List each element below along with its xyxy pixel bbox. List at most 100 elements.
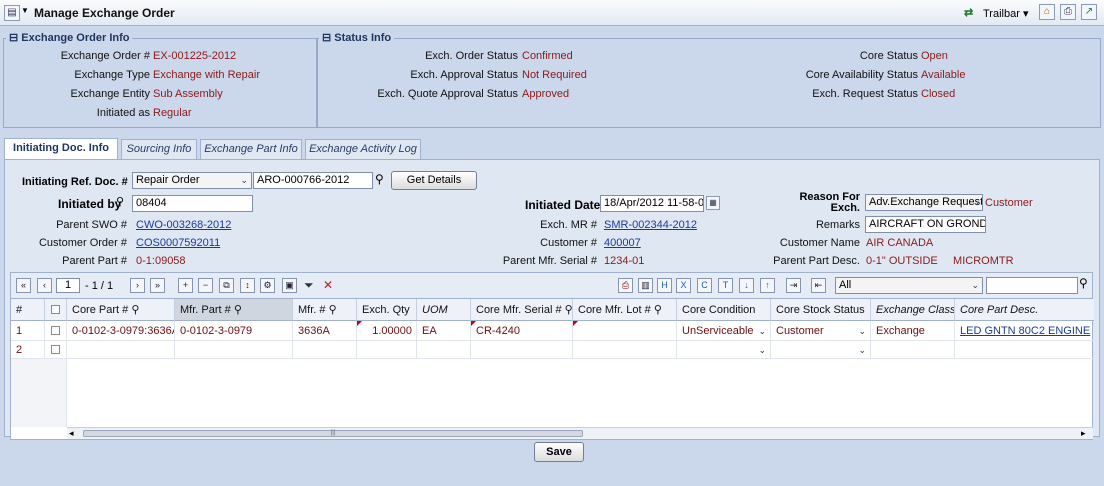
reason-select[interactable]: Adv.Exchange Request ⌄ xyxy=(865,194,983,211)
row-checkbox[interactable] xyxy=(51,326,60,335)
trailbar-menu[interactable]: Trailbar ▾ xyxy=(983,7,1028,20)
import-icon[interactable]: ⇥ xyxy=(786,278,801,293)
col-header-core-condition[interactable]: Core Condition xyxy=(677,299,771,321)
horizontal-scrollbar[interactable]: ◂ ||| ▸ xyxy=(67,427,1093,439)
col-header-exch-qty[interactable]: Exch. Qty xyxy=(357,299,417,321)
parent-swo-link[interactable]: CWO-003268-2012 xyxy=(136,219,231,231)
delete-row-icon[interactable]: − xyxy=(198,278,213,293)
export-xml-icon[interactable]: X xyxy=(676,278,691,293)
core-condition-cell[interactable]: UnServiceable ⌄ xyxy=(677,321,771,341)
page-number-input[interactable]: 1 xyxy=(56,278,80,293)
view-icon[interactable]: ▥ xyxy=(638,278,653,293)
select-all-checkbox[interactable] xyxy=(51,305,60,314)
core-condition-cell[interactable]: ⌄ xyxy=(677,341,771,359)
core-stock-status-cell[interactable]: ⌄ xyxy=(771,341,871,359)
search-icon[interactable]: ⚲ xyxy=(375,172,384,186)
search-icon[interactable]: ⚲ xyxy=(329,304,337,316)
remarks-input[interactable]: AIRCRAFT ON GROND xyxy=(865,216,986,233)
core-part-desc-cell[interactable]: LED GNTN 80C2 ENGINE xyxy=(955,321,1094,341)
scroll-left-icon[interactable]: ◂ xyxy=(69,428,74,439)
col-header-exchange-class[interactable]: Exchange Class xyxy=(871,299,955,321)
mfr-cell[interactable]: 3636A xyxy=(293,321,357,341)
ref-doc-type-select[interactable]: Repair Order ⌄ xyxy=(132,172,252,189)
grid-filter-select[interactable]: All ⌄ xyxy=(835,277,983,294)
search-icon[interactable]: ⚲ xyxy=(565,304,572,316)
grid-search-input[interactable] xyxy=(986,277,1078,294)
search-icon[interactable]: ⚲ xyxy=(131,304,139,316)
mfr-part-cell[interactable] xyxy=(175,341,293,359)
chevron-down-icon[interactable]: ⌄ xyxy=(758,341,766,358)
core-mfr-serial-cell[interactable]: CR-4240 xyxy=(471,321,573,341)
export-csv-icon[interactable]: C xyxy=(697,278,712,293)
download-icon[interactable]: ↓ xyxy=(739,278,754,293)
col-header-core-part[interactable]: Core Part # ⚲ xyxy=(67,299,175,321)
add-row-icon[interactable]: + xyxy=(178,278,193,293)
exchange-class-cell[interactable]: Exchange xyxy=(871,321,955,341)
core-mfr-serial-cell[interactable] xyxy=(471,341,573,359)
chevron-down-icon[interactable]: ⌄ xyxy=(758,321,766,340)
column-chooser-icon[interactable]: ▣ xyxy=(282,278,297,293)
core-part-desc-link[interactable]: LED GNTN 80C2 ENGINE xyxy=(960,325,1090,337)
get-details-button[interactable]: Get Details xyxy=(391,171,477,190)
save-button[interactable]: Save xyxy=(534,442,584,462)
col-header-core-mfr-serial[interactable]: Core Mfr. Serial # ⚲ xyxy=(471,299,573,321)
calendar-icon[interactable]: ▦ xyxy=(706,196,720,210)
mfr-part-cell[interactable]: 0-0102-3-0979 xyxy=(175,321,293,341)
print-icon[interactable]: ⎙ xyxy=(1060,4,1076,20)
sort-icon[interactable]: ↕ xyxy=(240,278,255,293)
tab-exchange-part-info[interactable]: Exchange Part Info xyxy=(200,139,302,159)
core-part-desc-cell[interactable] xyxy=(955,341,1094,359)
filter-icon[interactable]: ⏷ xyxy=(304,278,314,293)
search-icon[interactable]: ⚲ xyxy=(1079,276,1088,290)
export-html-icon[interactable]: H xyxy=(657,278,672,293)
upload-icon[interactable]: ↑ xyxy=(760,278,775,293)
next-page-icon[interactable]: › xyxy=(130,278,145,293)
export-icon[interactable]: ↗ xyxy=(1081,4,1097,20)
col-header-core-mfr-lot[interactable]: Core Mfr. Lot # ⚲ xyxy=(573,299,677,321)
chevron-down-icon[interactable]: ⌄ xyxy=(858,321,866,340)
menu-dropdown-icon[interactable]: ▼ xyxy=(21,6,29,15)
core-mfr-lot-cell[interactable] xyxy=(573,321,677,341)
clear-filter-icon[interactable]: ✕ xyxy=(323,278,333,292)
col-header-core-part-desc[interactable]: Core Part Desc. xyxy=(955,299,1094,321)
initiated-date-input[interactable]: 18/Apr/2012 11-58-00 xyxy=(600,195,704,212)
prev-page-icon[interactable]: ‹ xyxy=(37,278,52,293)
exch-mr-link[interactable]: SMR-002344-2012 xyxy=(604,219,697,231)
exch-qty-cell[interactable] xyxy=(357,341,417,359)
row-checkbox[interactable] xyxy=(51,345,60,354)
core-mfr-lot-cell[interactable] xyxy=(573,341,677,359)
first-page-icon[interactable]: « xyxy=(16,278,31,293)
core-part-cell[interactable] xyxy=(67,341,175,359)
tab-sourcing-info[interactable]: Sourcing Info xyxy=(121,139,197,159)
col-header-uom[interactable]: UOM xyxy=(417,299,471,321)
initiated-by-input[interactable]: 08404 xyxy=(132,195,253,212)
core-part-cell[interactable]: 0-0102-3-0979:3636A xyxy=(67,321,175,341)
last-page-icon[interactable]: » xyxy=(150,278,165,293)
tab-initiating-doc-info[interactable]: Initiating Doc. Info xyxy=(4,138,118,159)
uom-cell[interactable] xyxy=(417,341,471,359)
core-stock-status-cell[interactable]: Customer ⌄ xyxy=(771,321,871,341)
home-icon[interactable]: ⌂ xyxy=(1039,4,1055,20)
search-icon[interactable]: ⚲ xyxy=(234,304,242,316)
export-icon[interactable]: ⇤ xyxy=(811,278,826,293)
customer-link[interactable]: 400007 xyxy=(604,237,641,249)
print-grid-icon[interactable]: ⎙ xyxy=(618,278,633,293)
customer-order-link[interactable]: COS0007592011 xyxy=(136,237,220,249)
settings-icon[interactable]: ⚙ xyxy=(260,278,275,293)
uom-cell[interactable]: EA xyxy=(417,321,471,341)
scroll-right-icon[interactable]: ▸ xyxy=(1081,428,1086,439)
col-header-core-stock-status[interactable]: Core Stock Status xyxy=(771,299,871,321)
ref-doc-number-input[interactable]: ARO-000766-2012 xyxy=(253,172,373,189)
mfr-cell[interactable] xyxy=(293,341,357,359)
col-header-mfr-part[interactable]: Mfr. Part # ⚲ xyxy=(175,299,293,321)
scrollbar-thumb[interactable]: ||| xyxy=(83,430,583,437)
exch-qty-cell[interactable]: 1.00000 xyxy=(357,321,417,341)
menu-grid-icon[interactable]: ▤ xyxy=(4,5,20,21)
col-header-mfr[interactable]: Mfr. # ⚲ xyxy=(293,299,357,321)
exchange-class-cell[interactable] xyxy=(871,341,955,359)
chevron-down-icon[interactable]: ⌄ xyxy=(858,341,866,358)
search-icon[interactable]: ⚲ xyxy=(654,304,662,316)
search-icon[interactable]: ⚲ xyxy=(116,195,124,208)
trailbar-icon[interactable]: ⇄ xyxy=(964,6,973,19)
export-txt-icon[interactable]: T xyxy=(718,278,733,293)
